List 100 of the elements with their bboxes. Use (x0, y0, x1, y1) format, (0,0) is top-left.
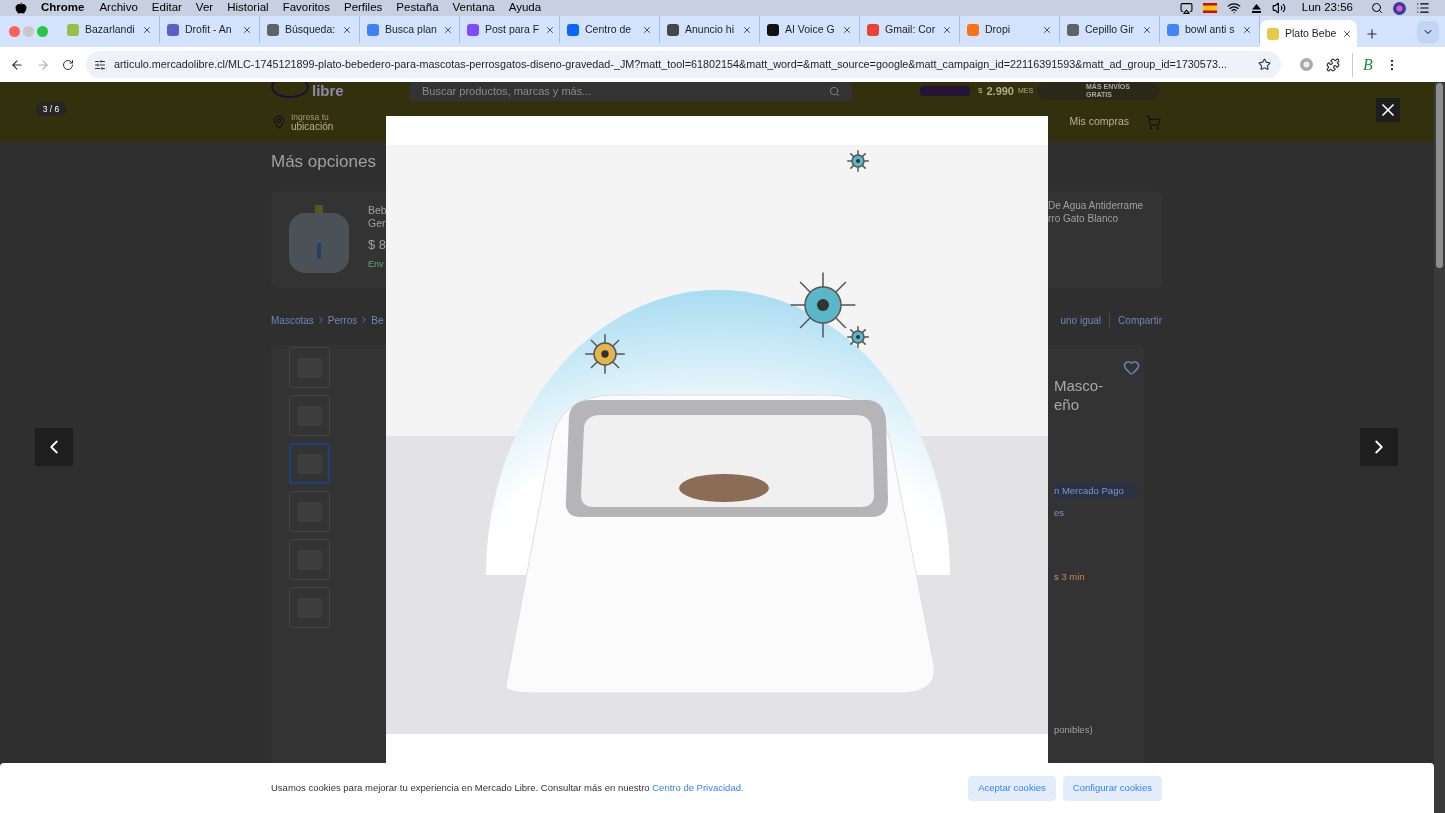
payment-badge: n Mercado Pago (1054, 482, 1138, 500)
browser-tab[interactable]: AI Voice G (760, 16, 860, 43)
breadcrumb-link[interactable]: Be (371, 312, 384, 328)
menu-item[interactable]: Ver (195, 0, 214, 17)
tab-title: Plato Bebe (1285, 25, 1337, 41)
menu-app-name[interactable]: Chrome (41, 0, 85, 17)
search-icon[interactable] (1371, 2, 1383, 14)
tab-title: bowl anti s (1185, 21, 1236, 37)
profile-button[interactable]: B (1352, 52, 1373, 77)
close-tab-icon[interactable] (545, 24, 556, 35)
browser-tab[interactable]: Busca plan (360, 16, 460, 43)
browser-tab[interactable]: Drofit - An (160, 16, 260, 43)
tab-title: Anuncio hi (685, 21, 736, 37)
scrollbar-thumb[interactable] (1436, 83, 1443, 268)
menu-item[interactable]: Perfiles (343, 0, 383, 17)
my-purchases-link[interactable]: Mis compras (1069, 114, 1129, 130)
tab-title: Drofit - An (185, 21, 233, 37)
previous-image-button[interactable] (35, 428, 73, 466)
stock-text: ponibles) (1054, 722, 1093, 737)
card-title: De Agua Antiderrame (1048, 199, 1145, 212)
cookie-message: Usamos cookies para mejorar tu experiencia en Mercado Libre. Consultar más en nuestro Centro de Privacidad. (271, 780, 744, 795)
tab-title: Post para F (485, 21, 540, 37)
menu-item[interactable]: Pestaña (396, 0, 439, 17)
section-title: Más opciones (271, 152, 377, 172)
action-link[interactable]: Compartir (1109, 312, 1162, 328)
close-tab-icon[interactable] (342, 24, 352, 35)
delivery-text: s 3 min (1054, 570, 1085, 585)
close-tab-icon[interactable] (942, 24, 952, 35)
url-text: articulo.mercadolibre.cl/MLC-1745121899-plato-bebedero-para-mascotas-perrosgatos-diseno-gravedad-_JM?matt_tool=61802154&matt_word=&matt_source=google&matt_campaign_id=22116391593&matt_ad_group_id=1730573... (114, 57, 1228, 73)
screen-mirroring-icon[interactable] (1179, 1, 1193, 15)
bookmark-star-icon[interactable] (1258, 58, 1271, 71)
tab-title: Cepillo Gir (1085, 21, 1135, 37)
browser-tab[interactable]: Dropi (960, 16, 1060, 43)
eject-icon[interactable] (1250, 2, 1262, 14)
close-tab-icon[interactable] (742, 24, 752, 35)
tab-title: Dropi (985, 21, 1012, 37)
browser-tab[interactable]: Plato Bebe (1260, 20, 1357, 47)
image-counter: 3 / 6 (36, 102, 66, 116)
back-icon[interactable] (10, 57, 24, 72)
tab-title: AI Voice G (785, 21, 836, 37)
product-title: Masco- (1054, 376, 1104, 395)
menu-item[interactable]: Ayuda (508, 0, 542, 17)
favorite-icon[interactable] (1123, 359, 1140, 376)
browser-tab[interactable]: Anuncio hi (660, 16, 760, 43)
search-field[interactable]: Buscar productos, marcas y más... (410, 82, 852, 101)
tab-title: Gmail: Cor (885, 21, 936, 37)
logo-text[interactable]: libre (312, 83, 344, 98)
close-tab-icon[interactable] (842, 24, 852, 35)
card-price: $ 8 (368, 236, 388, 254)
close-tab-icon[interactable] (1042, 24, 1052, 35)
menu-item[interactable]: Historial (227, 0, 269, 17)
tab-title: Centro de (585, 21, 633, 37)
browser-tab[interactable]: Centro de (560, 16, 660, 43)
location-link[interactable]: Ingresa tu ubicación (291, 112, 334, 132)
menu-item[interactable]: Ventana (452, 0, 495, 17)
menu-item[interactable]: Archivo (99, 0, 138, 17)
site-settings-icon[interactable] (94, 58, 106, 71)
siri-icon[interactable] (1393, 1, 1406, 15)
close-tab-icon[interactable] (642, 24, 652, 35)
clock[interactable]: Lun 23:56 (1301, 0, 1353, 17)
reload-icon[interactable] (62, 58, 74, 71)
wifi-icon[interactable] (1226, 1, 1241, 15)
thumbnail[interactable] (289, 443, 330, 484)
menu-item[interactable]: Favoritos (282, 0, 330, 17)
new-tab-icon[interactable] (1365, 26, 1379, 41)
control-center-icon[interactable] (1416, 1, 1430, 15)
close-button[interactable] (1376, 98, 1400, 122)
browser-tab[interactable]: Bazarlandi (60, 16, 160, 43)
browser-tab[interactable]: Cepillo Gir (1060, 16, 1160, 43)
flag-icon[interactable] (1202, 3, 1217, 13)
privacy-link[interactable]: Centro de Privacidad. (652, 781, 744, 793)
browser-tab[interactable]: Gmail: Cor (860, 16, 960, 43)
installments-text: es (1054, 506, 1065, 520)
browser-tab[interactable]: Búsqueda: (260, 16, 360, 43)
apple-icon[interactable] (15, 2, 27, 14)
promo-price: 2.990 (986, 83, 1014, 99)
tab-title: Bazarlandi (85, 21, 136, 37)
breadcrumb-link[interactable]: Perros (327, 312, 358, 328)
close-tab-icon[interactable] (442, 24, 453, 35)
close-tab-icon[interactable] (242, 24, 252, 35)
close-tab-icon[interactable] (1342, 28, 1353, 39)
product-title: eño (1054, 395, 1080, 414)
extensions-icon[interactable] (1326, 57, 1340, 72)
tab-search-button[interactable] (1417, 20, 1439, 43)
promo-currency: $ (978, 85, 983, 97)
volume-icon[interactable] (1271, 1, 1286, 15)
next-image-button[interactable] (1360, 428, 1398, 466)
action-link[interactable]: uno igual (1060, 312, 1102, 328)
card-shipping: Env (368, 257, 385, 271)
address-field[interactable] (86, 51, 1281, 78)
menu-item[interactable]: Editar (151, 0, 182, 17)
browser-tab[interactable]: bowl anti s (1160, 16, 1260, 43)
browser-tab[interactable]: Post para F (460, 16, 560, 43)
tab-title: Búsqueda: (285, 21, 336, 37)
breadcrumb-link[interactable]: Mascotas (271, 312, 314, 328)
close-tab-icon[interactable] (1242, 24, 1252, 35)
card-title: rro Gato Blanco (1048, 212, 1120, 225)
card-title: Beb (368, 204, 388, 217)
close-tab-icon[interactable] (142, 24, 152, 35)
close-tab-icon[interactable] (1142, 24, 1152, 35)
